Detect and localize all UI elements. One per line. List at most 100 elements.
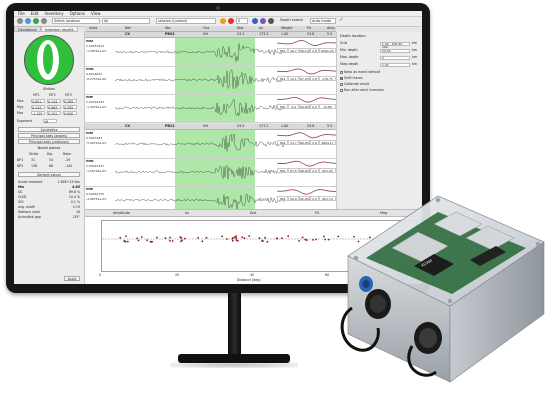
waveform-path (115, 133, 285, 152)
min-depth-input[interactable]: 50.50 (380, 48, 410, 53)
scatter-point (201, 240, 204, 243)
synthetic-fit-trace (277, 160, 336, 167)
warning-icon[interactable] (220, 18, 226, 24)
max-depth-input[interactable]: 2 (380, 55, 410, 60)
check-calibrate[interactable]: Calibrate result (340, 82, 420, 87)
trace-stat-cell: 390 (277, 104, 288, 109)
group-value: 1.00 (281, 124, 289, 128)
waveform-path (115, 98, 285, 116)
tab-amplitude[interactable]: Amplitude (113, 210, 130, 216)
trace-area[interactable]: HHZ 0.0023183 -5.99793e-05 396 31.7 89.9% 2.0 4… (85, 130, 336, 215)
min-depth-row: Min. depth 50.50 km (340, 48, 418, 53)
column-header[interactable]: Sta (165, 26, 170, 31)
x-tick-0: 0 (99, 273, 102, 277)
synthetics-button[interactable]: Synthetics (18, 127, 80, 132)
step-depth-input[interactable]: 1.00 (380, 62, 410, 67)
component-label: HHZ (86, 39, 94, 43)
stop-icon[interactable] (228, 18, 234, 24)
scatter-point (180, 240, 182, 243)
waveform-path (115, 165, 285, 180)
settings-icon[interactable] (41, 18, 47, 24)
globe-icon[interactable] (252, 18, 258, 24)
scatter-point (276, 237, 279, 240)
scatter-point (137, 239, 140, 242)
column-header[interactable]: Net (125, 26, 131, 31)
trace-row: HHN 0.00091457 -1.66794e-05 396 87.5 98.9% 2.0… (85, 158, 336, 187)
trace-stat-cell: 99.1% (299, 48, 310, 53)
auto-mode-button[interactable]: Auto mode (310, 18, 336, 24)
scatter-point (140, 236, 143, 238)
scatter-point (231, 239, 234, 242)
trace-stat-cell: 396 (277, 140, 288, 145)
synthetic-fit-trace (277, 132, 336, 139)
screw-icon (535, 241, 541, 247)
trace-row: HHZ 0.00451502 -1.08761e-05 389 49.7 99.1% 2.8… (85, 38, 337, 67)
column-header[interactable]: Dist (237, 26, 243, 31)
network-select[interactable]: Select location (52, 18, 100, 24)
waveform-trace (115, 98, 285, 116)
check-shift-traces[interactable]: Shift traces (340, 76, 420, 81)
column-header[interactable]: Az (259, 26, 263, 31)
tab-az[interactable]: Az (185, 210, 189, 216)
menu-options[interactable]: Options (70, 11, 85, 16)
group-value: CX (125, 32, 130, 36)
screw-icon (447, 298, 453, 304)
filter-icon[interactable] (260, 18, 266, 24)
menu-file[interactable]: File (18, 11, 25, 16)
principal-axes-angles-button[interactable]: Principal axes (angles) (18, 133, 80, 138)
trace-stat-cell: 49.7 (288, 48, 299, 53)
tab-fit[interactable]: Fit (315, 210, 319, 216)
derived-values-button[interactable]: Derived values (18, 172, 80, 177)
waveform-path (115, 69, 285, 90)
menu-inventory[interactable]: Inventory (44, 11, 63, 16)
scatter-point (301, 236, 304, 239)
trace-stat-cell: 0.0 (310, 104, 319, 109)
group-value: 53.8 (307, 32, 315, 36)
stand-shadow (170, 362, 298, 368)
column-header[interactable]: Weight (281, 26, 293, 31)
screw-icon (353, 255, 359, 261)
station-select[interactable]: All (102, 18, 150, 24)
scatter-point (235, 239, 238, 241)
strikes-label: Strikes (43, 87, 55, 91)
x-tick-60: 60 (325, 273, 330, 277)
trace-area[interactable]: HHZ 0.00451502 -1.08761e-05 389 49.7 99.1% 2.8… (85, 38, 337, 123)
trace-stat-cell: 31.7 (288, 140, 299, 145)
apply-button[interactable]: Apply (64, 276, 80, 281)
scatter-point (232, 237, 234, 239)
exponent-row: Exponent 16 (17, 119, 81, 124)
scatter-point (205, 236, 208, 239)
waveform-trace (115, 165, 285, 180)
check-run-after[interactable]: Run after each inversion (340, 88, 420, 93)
zoom-icon[interactable] (268, 18, 274, 24)
column-header[interactable]: Fit (307, 26, 311, 31)
x-tick-20: 20 (175, 273, 180, 277)
trace-stat-cell: 94.9% (299, 104, 310, 109)
synthetic-fit-trace (277, 97, 336, 103)
session-select[interactable]: session (Locked) (156, 18, 216, 24)
waveform-path (115, 43, 285, 62)
menu-view[interactable]: View (91, 11, 101, 16)
scatter-point (315, 238, 317, 241)
checkbox-icon (340, 70, 343, 74)
run-icon[interactable] (33, 18, 39, 24)
column-header[interactable]: Used (89, 26, 97, 31)
depth-count[interactable]: 0 (236, 18, 248, 24)
principal-axes-cartesian-button[interactable]: Principal axes (cartesian) (18, 139, 80, 144)
group-value: 177.2 (259, 124, 269, 128)
menu-edit[interactable]: Edit (31, 11, 39, 16)
group-value: HH (203, 32, 208, 36)
scatter-point (119, 236, 122, 239)
step-depth-row: Step depth 1.00 km (340, 62, 418, 67)
check-keep-default[interactable]: Keep as event default (340, 70, 420, 75)
group-value: 53.8 (307, 124, 315, 128)
column-header[interactable]: Cha (203, 26, 209, 31)
synthetic-fit-trace (277, 189, 336, 195)
save-icon[interactable] (25, 18, 31, 24)
open-icon[interactable] (17, 18, 23, 24)
scatter-point (281, 237, 283, 239)
trace-label: HHZ 0.00451502 -1.08761e-05 (86, 39, 107, 53)
grid-input[interactable]: 1.00 - 400.50 - 100 (380, 41, 410, 48)
column-header[interactable]: Amp (327, 26, 335, 31)
tab-dist[interactable]: Dist (250, 210, 256, 216)
